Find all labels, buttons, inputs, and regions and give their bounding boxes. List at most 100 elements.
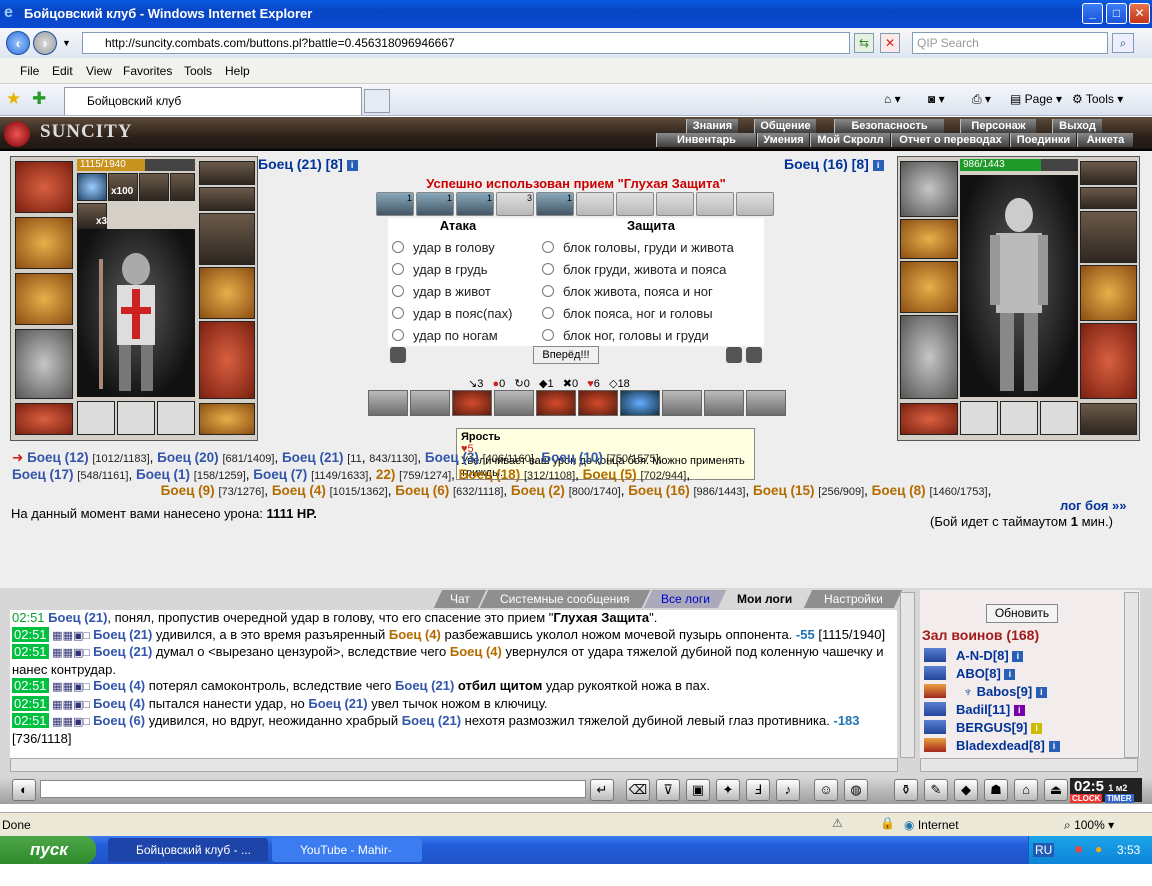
tray-app-icon[interactable]: ■ — [1075, 842, 1082, 856]
defense-option-3[interactable]: блок живота, пояса и ног — [542, 284, 713, 299]
print-icon[interactable]: ⎙ ▾ — [972, 92, 991, 107]
skill-5[interactable] — [536, 390, 576, 416]
opponent-ring-3-slot[interactable] — [1040, 401, 1078, 435]
skill-9[interactable] — [704, 390, 744, 416]
chat-fighter[interactable]: Боец (4) — [93, 678, 145, 693]
chat-target[interactable]: Боец (4) — [450, 644, 502, 659]
defense-option-1[interactable]: блок головы, груди и живота — [542, 240, 734, 255]
scroll-slot-5[interactable]: 1 — [536, 192, 574, 216]
lock-icon[interactable]: ⌂ — [1014, 779, 1038, 801]
chat-fighter[interactable]: Боец (21) — [93, 644, 152, 659]
save-icon[interactable]: ▣ — [686, 779, 710, 801]
maximize-button[interactable]: □ — [1106, 3, 1127, 24]
opponent-bracers-slot[interactable] — [900, 219, 958, 259]
ring-3-slot[interactable] — [157, 401, 195, 435]
effect-1-icon[interactable] — [77, 173, 107, 201]
pen-icon[interactable]: ✎ — [924, 779, 948, 801]
info-icon[interactable]: i — [1004, 669, 1016, 680]
chat-fighter[interactable]: Боец (21) — [48, 610, 107, 625]
effect-4-icon[interactable] — [170, 173, 195, 201]
info-icon[interactable]: i — [872, 160, 884, 171]
eraser-icon[interactable]: ⌫ — [626, 779, 650, 801]
start-button[interactable]: пуск — [0, 836, 96, 864]
earrings-slot[interactable] — [199, 187, 255, 211]
player-name[interactable]: 22) — [376, 467, 396, 482]
auto-icon[interactable] — [726, 347, 742, 363]
helmet-slot[interactable] — [15, 161, 73, 213]
language-indicator[interactable]: RU — [1033, 843, 1055, 857]
menu-favorites[interactable]: Favorites — [123, 64, 172, 78]
scroll-slot-2[interactable]: 1 — [416, 192, 454, 216]
new-tab-button[interactable] — [364, 89, 390, 113]
opponent-amulet-slot[interactable] — [1080, 161, 1137, 185]
back-button[interactable]: ‹ — [6, 31, 30, 55]
defense-option-2[interactable]: блок груди, живота и пояса — [542, 262, 726, 277]
chat-message-input[interactable] — [40, 780, 586, 798]
close-button[interactable]: ✕ — [1129, 3, 1150, 24]
scroll-slot-8[interactable] — [656, 192, 694, 216]
scroll-slot-9[interactable] — [696, 192, 734, 216]
menu-profile[interactable]: Анкета — [1077, 133, 1133, 147]
info-icon[interactable]: i — [1035, 687, 1047, 698]
feeds-icon[interactable]: ◙ ▾ — [928, 92, 945, 106]
attack-option-groin[interactable]: удар в пояс(пах) — [392, 306, 512, 321]
refresh-battle-icon[interactable] — [746, 347, 762, 363]
player-name[interactable]: Боец (12) — [27, 450, 89, 465]
menu-tools[interactable]: Tools — [184, 64, 212, 78]
menu-skills[interactable]: Умения — [757, 133, 809, 147]
belt-slot[interactable] — [15, 403, 73, 435]
menu-inventory[interactable]: Инвентарь — [656, 133, 756, 147]
menu-my-scroll[interactable]: Мой Скролл — [810, 133, 890, 147]
player-name[interactable]: Боец (4) — [272, 483, 326, 498]
armor-slot[interactable] — [15, 329, 73, 399]
zoom-control[interactable]: ⌕ 100% ▾ — [1064, 818, 1114, 833]
map-icon[interactable]: ◆ — [954, 779, 978, 801]
skill-2[interactable] — [410, 390, 450, 416]
clan-chat-icon[interactable]: ◍ — [844, 779, 868, 801]
tools-menu[interactable]: ⚙ Tools ▾ — [1072, 92, 1123, 106]
send-icon[interactable]: ↵ — [590, 779, 614, 801]
ring-2-slot[interactable] — [117, 401, 155, 435]
attack-option-head[interactable]: удар в голову — [392, 240, 495, 255]
battle-log-link[interactable]: лог боя »» — [1060, 498, 1127, 513]
player-name[interactable]: Боец (18) — [459, 467, 521, 482]
home-icon[interactable]: ⌂ ▾ — [884, 92, 901, 106]
amulet-slot[interactable] — [199, 161, 255, 185]
security-icon[interactable]: 🔒 — [880, 816, 895, 830]
search-input[interactable]: QIP Search — [912, 32, 1108, 54]
player-name[interactable]: Боец (21) — [282, 450, 344, 465]
skill-4[interactable] — [494, 390, 534, 416]
fighter-icon[interactable]: ✦ — [716, 779, 740, 801]
search-icon[interactable]: ⌕ — [1112, 33, 1134, 53]
sound-icon[interactable]: ♪ — [776, 779, 800, 801]
scroll-slot-10[interactable] — [736, 192, 774, 216]
player-name[interactable]: Боец (10) — [541, 450, 603, 465]
favorites-star-icon[interactable]: ★ — [6, 89, 21, 109]
forward-nav-button[interactable]: › — [33, 31, 57, 55]
opponent-legs-slot[interactable] — [1080, 323, 1137, 399]
player-name[interactable]: Боец (7) — [253, 467, 307, 482]
hall-user[interactable]: ♆ Babos[9] i — [924, 684, 1047, 699]
hall-hscrollbar[interactable] — [920, 758, 1138, 772]
ring-slot[interactable] — [77, 401, 115, 435]
menu-character[interactable]: Персонаж — [960, 119, 1036, 133]
opponent-armor-slot[interactable] — [900, 315, 958, 399]
menu-view[interactable]: View — [86, 64, 112, 78]
menu-edit[interactable]: Edit — [52, 64, 73, 78]
menu-help[interactable]: Help — [225, 64, 250, 78]
refresh-button[interactable]: Обновить — [986, 604, 1058, 623]
skill-fury[interactable] — [452, 390, 492, 416]
tab-my-logs[interactable]: Мои логи — [719, 590, 811, 608]
chat-target[interactable]: Боец (21) — [395, 678, 454, 693]
history-dropdown-icon[interactable]: ▼ — [62, 38, 71, 48]
player-name[interactable]: Боец (15) — [753, 483, 815, 498]
menu-transfer-report[interactable]: Отчет о переводах — [891, 133, 1009, 147]
menu-fights[interactable]: Поединки — [1010, 133, 1076, 147]
scroll-slot-1[interactable]: 1 — [376, 192, 414, 216]
scroll-slot-7[interactable] — [616, 192, 654, 216]
skill-8[interactable] — [662, 390, 702, 416]
player-name[interactable]: Боец (6) — [395, 483, 449, 498]
minimize-button[interactable]: _ — [1082, 3, 1103, 24]
player-name[interactable]: Боец (17) — [12, 467, 74, 482]
shield-slot[interactable] — [199, 267, 255, 319]
